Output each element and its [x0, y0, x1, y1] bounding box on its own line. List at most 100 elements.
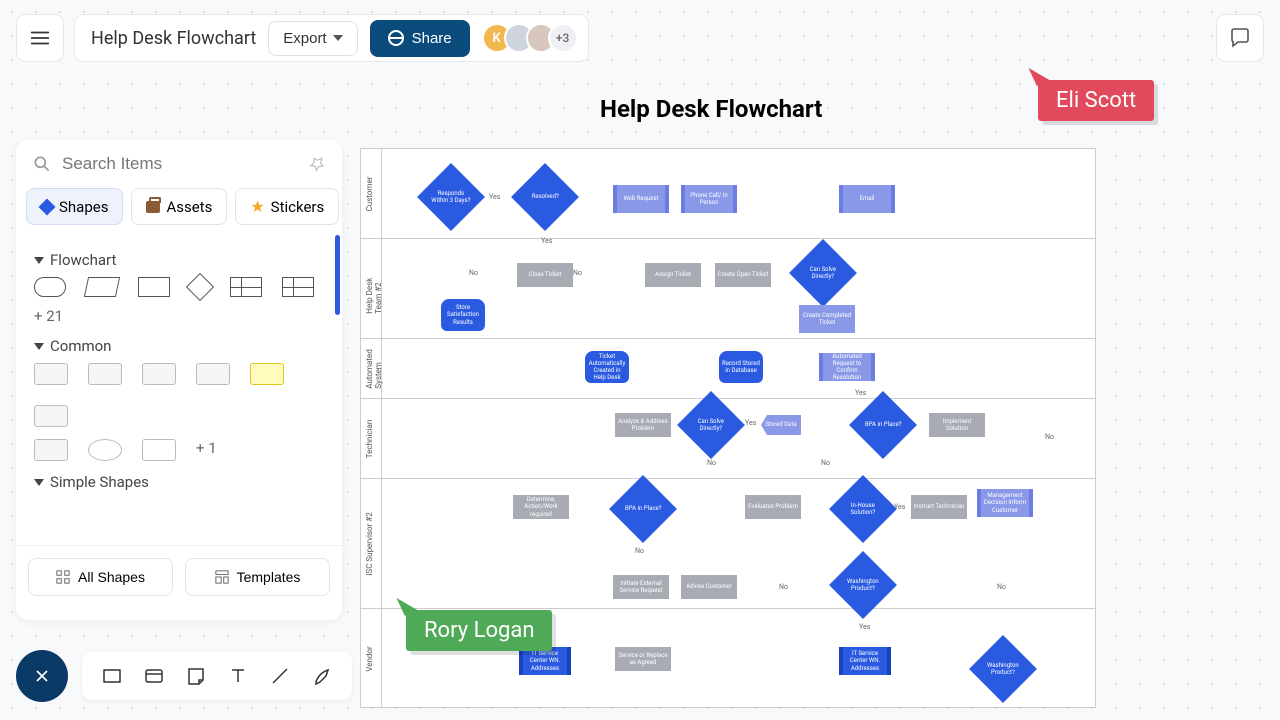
pin-icon[interactable] [304, 151, 329, 176]
avatar-more-count[interactable]: +3 [548, 23, 578, 53]
node-service-replace[interactable]: Service or Replace as Agreed [615, 647, 671, 671]
lane-label-automated: Automated System [365, 349, 383, 388]
section-common[interactable]: Common [34, 337, 324, 355]
tool-pen[interactable] [310, 664, 334, 688]
node-it-service1[interactable]: IT Service Center WN. Addresses [519, 647, 571, 675]
node-determine[interactable]: Determine, Action/Work required [513, 495, 569, 519]
cursor-rory-logan: Rory Logan [406, 594, 552, 651]
edge-no-6: No [779, 583, 788, 591]
search-icon [32, 154, 52, 174]
tab-shapes[interactable]: Shapes [26, 188, 123, 225]
edge-yes-6: Yes [859, 623, 870, 631]
node-store-satisfaction[interactable]: Store Satisfaction Results [441, 299, 485, 331]
tab-assets-label: Assets [166, 198, 212, 216]
templates-button[interactable]: Templates [185, 558, 330, 596]
edge-no-5: No [635, 547, 644, 555]
shape-common-2[interactable] [88, 363, 122, 385]
tool-note[interactable] [184, 664, 208, 688]
node-ticket-auto[interactable]: Ticket Automatically Created in Help Des… [585, 351, 629, 383]
cursor-label-rory: Rory Logan [406, 610, 552, 651]
grid-icon [56, 570, 70, 584]
diamond-icon [39, 198, 56, 215]
section-simple-shapes[interactable]: Simple Shapes [34, 473, 324, 491]
node-web-request[interactable]: Web Request [613, 185, 669, 213]
tab-stickers[interactable]: ★ Stickers [235, 188, 339, 225]
all-shapes-button[interactable]: All Shapes [28, 558, 173, 596]
globe-icon [388, 30, 404, 46]
lane-label-helpdesk: Help Desk Team #2 [365, 264, 383, 314]
node-management[interactable]: Management Decision Inform Customer [977, 489, 1033, 517]
title-bar: Help Desk Flowchart Export Share K +3 [74, 14, 589, 62]
close-button[interactable] [16, 650, 68, 702]
lane-label-vendor: Vendor [365, 646, 374, 671]
share-label: Share [412, 30, 452, 47]
node-create-open[interactable]: Create Open Ticket [715, 263, 771, 287]
tool-card[interactable] [142, 664, 166, 688]
node-create-completed[interactable]: Create Completed Ticket [799, 305, 855, 333]
node-analyze[interactable]: Analyze & Address Problem [615, 413, 671, 437]
template-icon [215, 570, 229, 584]
chevron-down-icon [333, 35, 343, 41]
shape-common-6[interactable] [34, 405, 68, 427]
shape-decision[interactable] [186, 273, 214, 301]
collapse-icon [34, 479, 44, 486]
shape-common-4[interactable] [196, 363, 230, 385]
common-more-count[interactable]: + 1 [196, 439, 217, 461]
node-evaluate[interactable]: Evaluates Problem [745, 495, 801, 519]
cursor-eli-scott: Eli Scott [1038, 64, 1154, 121]
flowchart-more-count[interactable]: + 21 [34, 307, 324, 325]
document-title[interactable]: Help Desk Flowchart [91, 28, 256, 49]
tool-line[interactable] [268, 664, 292, 688]
edge-yes-3: Yes [855, 389, 866, 397]
shape-common-1[interactable] [34, 363, 68, 385]
edge-no-3: No [707, 459, 716, 467]
node-stored-data[interactable]: Stored Data [761, 415, 801, 435]
shape-process[interactable] [138, 277, 170, 297]
shape-terminator[interactable] [34, 277, 66, 297]
node-initiate[interactable]: Initiate External Service Request [613, 575, 669, 599]
share-button[interactable]: Share [370, 20, 470, 57]
shape-common-7[interactable] [34, 439, 68, 461]
node-implement[interactable]: Implement Solution [929, 413, 985, 437]
canvas-title: Help Desk Flowchart [600, 95, 822, 123]
shape-table[interactable] [230, 277, 262, 297]
node-automated-request[interactable]: Automated Request to Confirm Resolution [819, 353, 875, 381]
edge-no-1: No [469, 269, 478, 277]
node-instruct[interactable]: Instruct Technician [911, 495, 967, 519]
node-it-service2[interactable]: IT Service Center WN. Addresses [839, 647, 891, 675]
edge-no-7: No [997, 583, 1006, 591]
shape-rectangle[interactable] [142, 439, 176, 461]
node-close-ticket[interactable]: Close Ticket [517, 263, 573, 287]
tab-assets[interactable]: Assets [131, 188, 227, 225]
hamburger-menu-button[interactable] [16, 14, 64, 62]
shape-ellipse[interactable] [88, 439, 122, 461]
close-icon [32, 666, 52, 686]
shapes-panel: Shapes Assets ★ Stickers Flowchart + 21 … [16, 140, 342, 620]
tool-rectangle[interactable] [100, 664, 124, 688]
cursor-label-eli: Eli Scott [1038, 80, 1154, 121]
all-shapes-label: All Shapes [78, 569, 145, 585]
shape-parallelogram[interactable] [84, 277, 120, 297]
tab-shapes-label: Shapes [59, 198, 108, 216]
hamburger-icon [29, 27, 51, 49]
node-email[interactable]: Email [839, 185, 895, 213]
section-flowchart[interactable]: Flowchart [34, 251, 324, 269]
scrollbar-thumb[interactable] [335, 235, 340, 315]
tab-stickers-label: Stickers [271, 198, 325, 216]
section-flowchart-label: Flowchart [50, 251, 116, 269]
edge-no-8: No [1045, 433, 1054, 441]
briefcase-icon [146, 201, 160, 213]
node-record-stored[interactable]: Record Stored in Database [719, 351, 763, 383]
node-advise[interactable]: Advise Customer [681, 575, 737, 599]
shape-swimlane[interactable] [282, 277, 314, 297]
shape-sticky-note[interactable] [250, 363, 284, 385]
star-icon: ★ [250, 197, 264, 216]
export-button[interactable]: Export [268, 21, 357, 56]
lane-label-supervisor: ISC Supervisor #2 [365, 512, 374, 575]
shape-common-3[interactable] [142, 363, 176, 385]
node-assign-ticket[interactable]: Assign Ticket [645, 263, 701, 287]
edge-yes-2: Yes [541, 237, 552, 245]
node-phone-call[interactable]: Phone Call/ In Person [681, 185, 737, 213]
search-input[interactable] [62, 154, 298, 174]
tool-text[interactable] [226, 664, 250, 688]
